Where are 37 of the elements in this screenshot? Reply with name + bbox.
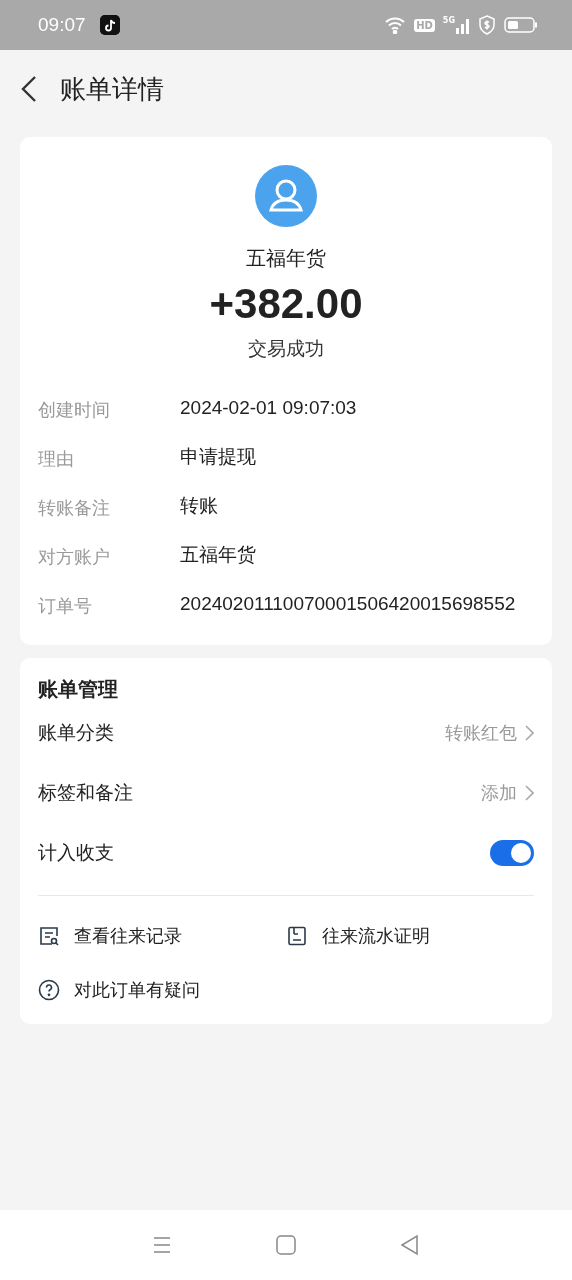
action-link[interactable]: 查看往来记录 [74,924,182,948]
setting-label: 账单分类 [38,720,114,745]
action-link[interactable]: 对此订单有疑问 [74,978,200,1002]
detail-label: 转账备注 [38,496,111,520]
document-search-icon [38,925,60,947]
detail-value: 20240201110070001506420015698552 [180,592,516,616]
detail-value: 转账 [180,494,219,518]
document-icon [286,925,308,947]
toggle-switch[interactable] [490,840,534,866]
hd-badge: HD [414,18,435,32]
transaction-status: 交易成功 [247,336,325,361]
network-label: 5G [442,16,455,25]
shield-icon [478,15,496,35]
home-icon[interactable] [274,1233,298,1257]
detail-value: 申请提现 [180,445,257,469]
setting-label: 计入收支 [38,840,114,865]
detail-label: 订单号 [38,594,93,618]
amount: +382.00 [208,280,364,328]
detail-label: 创建时间 [38,398,111,422]
signal-icon [456,16,470,34]
detail-value: 五福年货 [180,543,257,567]
chevron-icon [525,785,534,801]
wifi-icon [384,16,407,34]
payee-name: 五福年货 [245,245,327,272]
action-link[interactable]: 往来流水证明 [322,924,430,948]
detail-label: 理由 [38,447,75,471]
chevron-icon [525,725,534,741]
app-notification-icon [99,15,120,35]
detail-value: 2024-02-01 09:07:03 [180,396,358,420]
page-title: 账单详情 [60,72,164,106]
section-title: 账单管理 [38,676,119,703]
detail-label: 对方账户 [38,545,111,569]
setting-label: 标签和备注 [38,780,133,805]
avatar-icon [255,165,317,227]
help-icon [38,979,60,1001]
status-time: 09:07 [38,14,86,36]
battery-icon [504,16,538,34]
